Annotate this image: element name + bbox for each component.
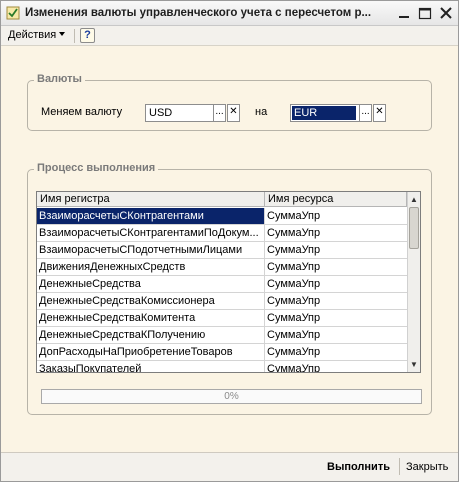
minimize-icon[interactable] xyxy=(396,6,412,21)
to-label: на xyxy=(255,106,268,118)
resource-cell: СуммаУпр xyxy=(267,278,321,290)
change-currency-label: Меняем валюту xyxy=(41,106,123,118)
register-cell: ВзаиморасчетыСКонтрагентамиПоДокум... xyxy=(37,225,265,241)
table-row[interactable]: ДенежныеСредстваКомитента СуммаУпр xyxy=(37,310,407,327)
column-header-register[interactable]: Имя регистра xyxy=(37,192,265,207)
resource-cell: СуммаУпр xyxy=(267,295,321,307)
resource-cell: СуммаУпр xyxy=(267,210,321,222)
actions-menu[interactable]: Действия xyxy=(8,29,66,41)
register-cell: ДвиженияДенежныхСредств xyxy=(37,259,265,275)
progress-bar: 0% xyxy=(41,389,422,404)
table-header: Имя регистра Имя ресурса xyxy=(37,192,420,207)
to-currency-value: EUR xyxy=(291,105,357,121)
register-cell: ДенежныеСредстваКПолучению xyxy=(37,327,265,343)
window-title: Изменения валюты управленческого учета с… xyxy=(25,7,372,19)
currencies-group-title: Валюты xyxy=(34,73,85,85)
from-currency-field[interactable]: USD xyxy=(145,104,214,122)
scroll-down-icon[interactable]: ▼ xyxy=(408,358,420,371)
column-header-resource[interactable]: Имя ресурса xyxy=(265,192,407,207)
scroll-up-icon[interactable]: ▲ xyxy=(408,193,420,206)
maximize-icon[interactable] xyxy=(417,6,433,21)
resource-cell: СуммаУпр xyxy=(267,261,321,273)
register-cell: ДопРасходыНаПриобретениеТоваров xyxy=(37,344,265,360)
register-cell: ВзаиморасчетыСПодотчетнымиЛицами xyxy=(37,242,265,258)
footer-button-separator xyxy=(399,458,400,475)
table-row[interactable]: ЗаказыПокупателей СуммаУпр xyxy=(37,361,407,373)
menu-separator xyxy=(74,29,75,43)
resource-cell: СуммаУпр xyxy=(267,329,321,341)
chevron-down-icon xyxy=(59,32,66,36)
register-cell: ДенежныеСредства xyxy=(37,276,265,292)
scroll-thumb[interactable] xyxy=(409,207,419,249)
register-cell: ВзаиморасчетыСКонтрагентами xyxy=(37,208,265,224)
form-icon xyxy=(6,6,20,20)
table-row[interactable]: ДопРасходыНаПриобретениеТоваров СуммаУпр xyxy=(37,344,407,361)
close-icon[interactable] xyxy=(438,6,454,21)
title-bar[interactable]: Изменения валюты управленческого учета с… xyxy=(1,1,458,26)
register-cell: ДенежныеСредстваКомитента xyxy=(37,310,265,326)
table-row[interactable]: ДенежныеСредстваКомиссионера СуммаУпр xyxy=(37,293,407,310)
close-button[interactable]: Закрыть xyxy=(406,461,448,473)
register-cell: ЗаказыПокупателей xyxy=(37,361,265,372)
table-scrollbar[interactable]: ▲ ▼ xyxy=(407,192,420,372)
dialog-window: Изменения валюты управленческого учета с… xyxy=(0,0,459,482)
actions-menu-label: Действия xyxy=(8,29,57,41)
to-currency-select-button[interactable]: ... xyxy=(359,104,372,122)
table-row[interactable]: ДенежныеСредстваКПолучению СуммаУпр xyxy=(37,327,407,344)
help-button[interactable]: ? xyxy=(80,28,95,43)
table-row[interactable]: ВзаиморасчетыСПодотчетнымиЛицами СуммаУпр xyxy=(37,242,407,259)
table-row[interactable]: ДвиженияДенежныхСредств СуммаУпр xyxy=(37,259,407,276)
table-row[interactable]: ВзаиморасчетыСКонтрагентами СуммаУпр xyxy=(37,208,407,225)
table-body: ВзаиморасчетыСКонтрагентами СуммаУпр Взаи… xyxy=(37,208,407,373)
from-currency-clear-button[interactable]: ✕ xyxy=(227,104,240,122)
resource-cell: СуммаУпр xyxy=(267,363,321,373)
process-group-title: Процесс выполнения xyxy=(34,162,159,174)
from-currency-select-button[interactable]: ... xyxy=(213,104,226,122)
menu-bar: Действия ? xyxy=(1,26,458,46)
table-row[interactable]: ДенежныеСредства СуммаУпр xyxy=(37,276,407,293)
resource-cell: СуммаУпр xyxy=(267,244,321,256)
execute-button[interactable]: Выполнить xyxy=(327,461,390,473)
resource-cell: СуммаУпр xyxy=(267,227,321,239)
resource-cell: СуммаУпр xyxy=(267,312,321,324)
table-row[interactable]: ВзаиморасчетыСКонтрагентамиПоДокум... Сум… xyxy=(37,225,407,242)
to-currency-clear-button[interactable]: ✕ xyxy=(373,104,386,122)
resource-cell: СуммаУпр xyxy=(267,346,321,358)
footer-bar: Выполнить Закрыть xyxy=(1,453,458,481)
registers-table[interactable]: Имя регистра Имя ресурса ВзаиморасчетыСК… xyxy=(36,191,421,373)
register-cell: ДенежныеСредстваКомиссионера xyxy=(37,293,265,309)
to-currency-field[interactable]: EUR xyxy=(290,104,360,122)
